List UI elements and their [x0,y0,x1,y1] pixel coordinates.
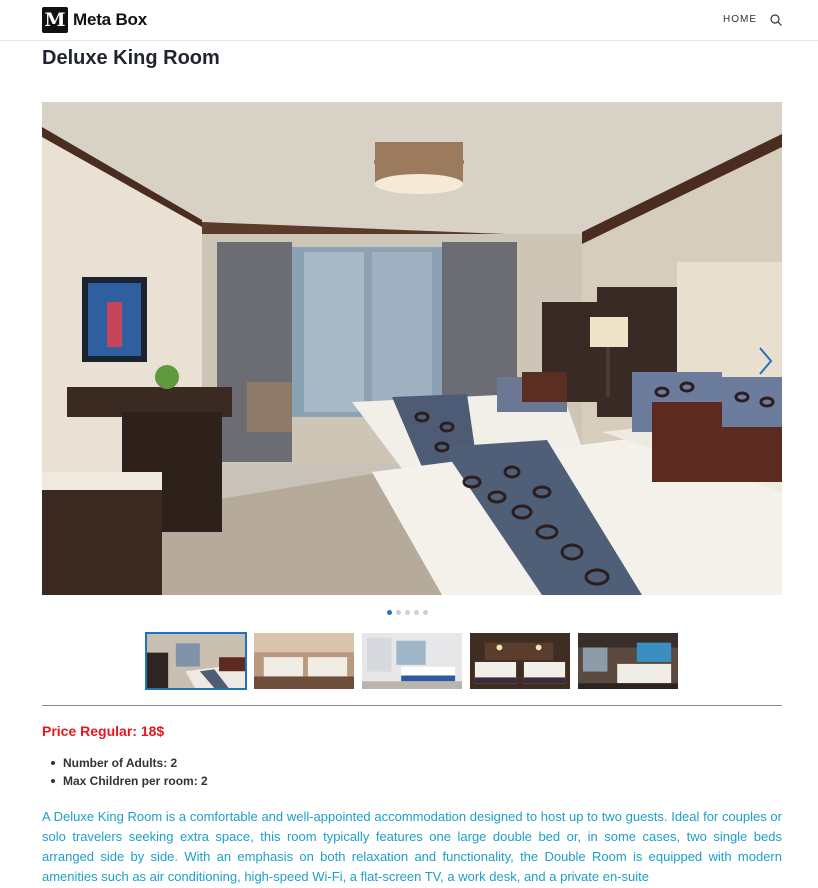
thumbnail-image [470,633,570,689]
chevron-right-icon[interactable] [754,345,776,377]
thumbnail[interactable] [361,632,463,690]
thumbnail[interactable] [253,632,355,690]
chevron-left-icon[interactable] [44,345,66,377]
nav-home-link[interactable]: HOME [723,14,757,25]
pagination-dot[interactable] [387,610,392,615]
room-description: A Deluxe King Room is a comfortable and … [42,809,782,884]
thumbnail-strip [145,632,685,690]
thumbnail-image [254,633,354,689]
slide-image-bedroom [42,102,782,595]
pagination-dot[interactable] [423,610,428,615]
thumbnail-image [147,634,245,688]
logo-text: Meta Box [73,10,147,29]
pagination-dot[interactable] [405,610,410,615]
section-divider [42,705,782,706]
price-regular: Price Regular: 18$ [42,723,165,739]
logo[interactable]: M Meta Box [42,7,147,33]
search-icon[interactable] [769,13,783,27]
thumbnail[interactable] [577,632,679,690]
thumbnail-image [362,633,462,689]
thumbnail[interactable] [469,632,571,690]
pagination-dot[interactable] [414,610,419,615]
feature-max-children: Max Children per room: 2 [48,772,208,790]
thumbnail-image [578,633,678,689]
room-features-list: Number of Adults: 2 Max Children per roo… [48,754,208,790]
site-header: M Meta Box HOME [0,0,818,41]
slider-pagination [387,610,432,615]
room-image-slider[interactable] [42,102,782,595]
logo-mark: M [42,7,68,33]
thumbnail[interactable] [145,632,247,690]
pagination-dot[interactable] [396,610,401,615]
page-title: Deluxe King Room [42,47,220,69]
feature-adults: Number of Adults: 2 [48,754,208,772]
